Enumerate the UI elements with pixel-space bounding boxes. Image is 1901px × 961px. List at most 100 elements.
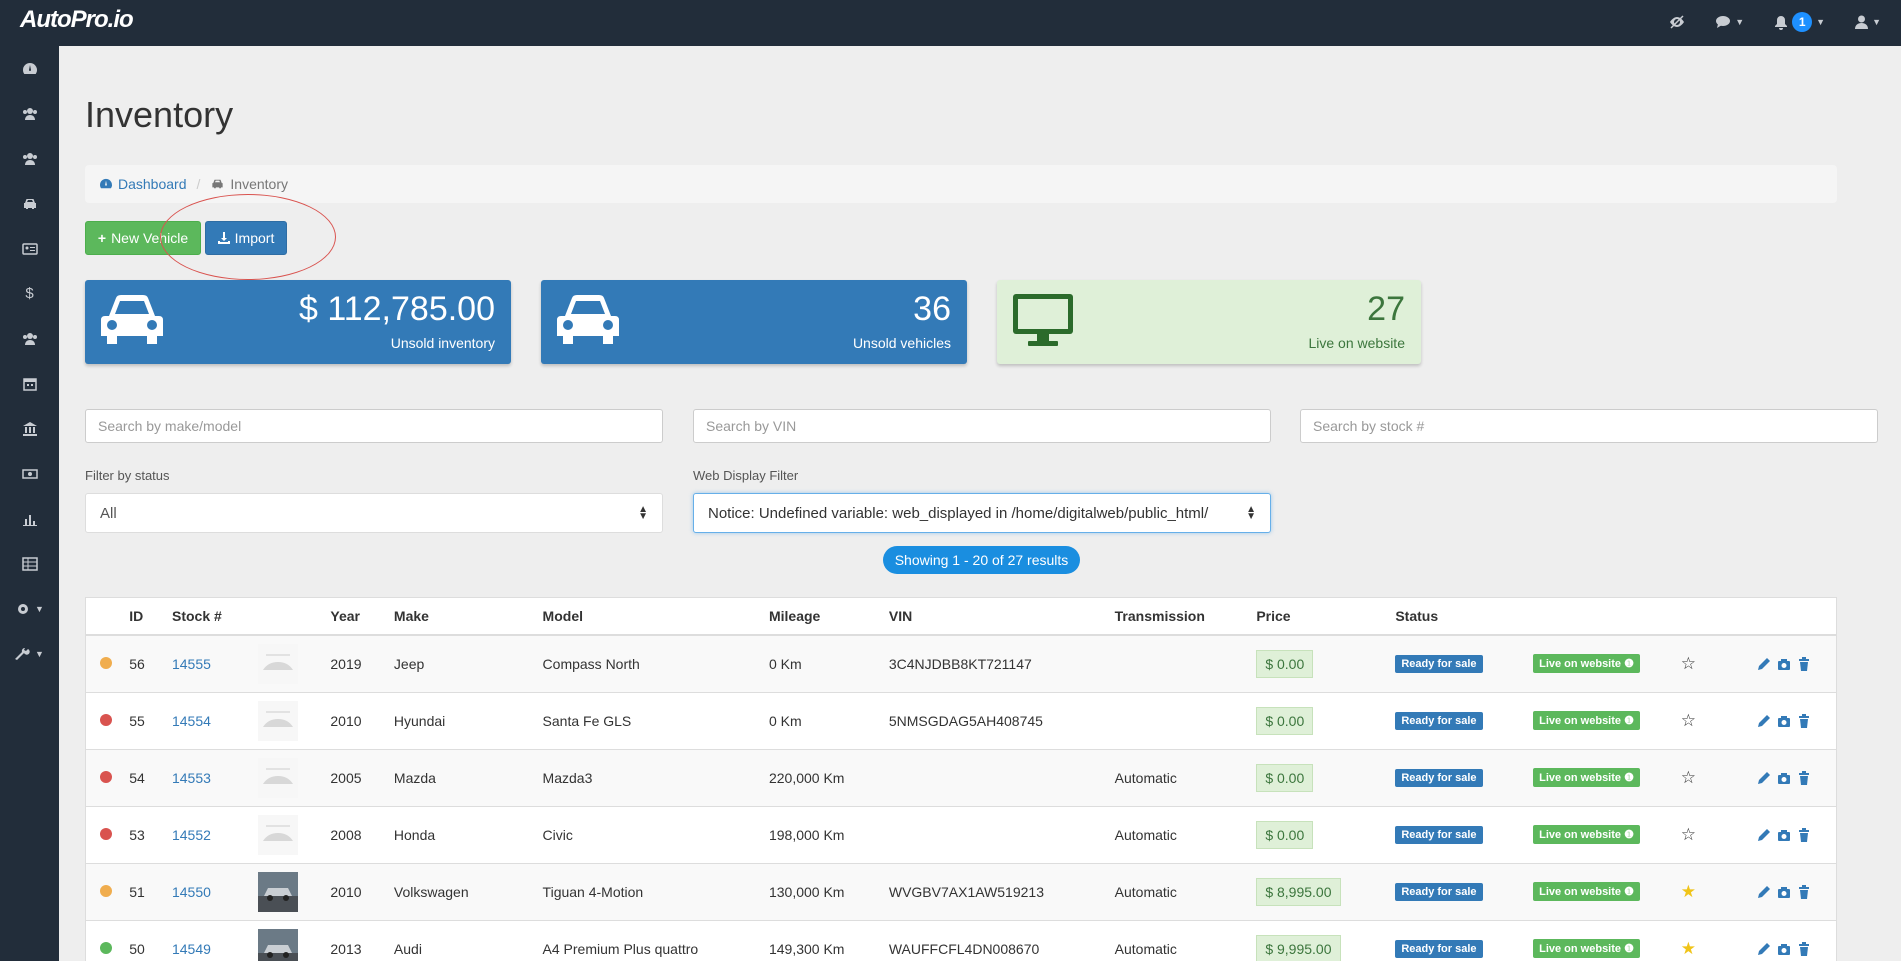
live-on-website-badge[interactable]: Live on website ❶ <box>1533 654 1640 674</box>
featured-star-icon[interactable]: ☆ <box>1681 654 1696 673</box>
no-photo-placeholder[interactable] <box>257 757 298 798</box>
header-status[interactable]: Status <box>1395 598 1534 636</box>
camera-icon[interactable] <box>1777 885 1791 899</box>
sidebar-item-customers[interactable] <box>0 91 59 136</box>
cell-id: 53 <box>129 805 172 863</box>
table-row: 55 14554 2010 Hyundai Santa Fe GLS 0 Km 5NMSGD… <box>86 691 1836 749</box>
status-badge[interactable]: Ready for sale <box>1395 769 1483 787</box>
sidebar-item-leads[interactable] <box>0 136 59 181</box>
edit-pencil-icon[interactable] <box>1757 657 1771 671</box>
status-badge[interactable]: Ready for sale <box>1395 655 1483 674</box>
user-menu-dropdown[interactable]: ▼ <box>1855 15 1881 29</box>
vehicle-photo[interactable] <box>257 871 298 912</box>
sidebar-item-calendar[interactable] <box>0 361 59 406</box>
sidebar-item-tools[interactable]: ▼ <box>0 631 59 676</box>
trash-icon[interactable] <box>1797 941 1811 956</box>
featured-star-icon[interactable]: ☆ <box>1681 825 1696 844</box>
stock-link[interactable]: 14552 <box>172 827 211 843</box>
featured-star-icon[interactable]: ★ <box>1681 882 1696 901</box>
cell-mileage: 198,000 Km <box>768 805 889 863</box>
status-badge[interactable]: Ready for sale <box>1395 883 1483 901</box>
header-price[interactable]: Price <box>1256 598 1396 636</box>
live-on-website-badge[interactable]: Live on website ❶ <box>1533 768 1640 787</box>
stock-link[interactable]: 14550 <box>172 884 211 900</box>
cell-transmission: Automatic <box>1114 748 1257 806</box>
header-id[interactable]: ID <box>129 598 172 636</box>
cell-id: 54 <box>129 748 172 806</box>
sidebar-item-reports[interactable] <box>0 496 59 541</box>
web-display-filter-select[interactable]: Notice: Undefined variable: web_displaye… <box>693 493 1271 533</box>
live-on-website-badge[interactable]: Live on website ❶ <box>1533 939 1640 959</box>
notifications-dropdown[interactable]: 1 ▼ <box>1774 12 1825 32</box>
featured-star-icon[interactable]: ☆ <box>1681 711 1696 730</box>
trash-icon[interactable] <box>1797 770 1811 785</box>
search-vin-input[interactable] <box>693 409 1271 443</box>
breadcrumb-dashboard-link[interactable]: Dashboard <box>99 176 187 192</box>
no-photo-placeholder[interactable] <box>257 814 298 855</box>
edit-pencil-icon[interactable] <box>1757 885 1771 899</box>
table-row: 54 14553 2005 Mazda Mazda3 220,000 Km Automati… <box>86 748 1836 806</box>
no-photo-placeholder[interactable] <box>257 643 298 684</box>
stock-link[interactable]: 14549 <box>172 941 211 957</box>
featured-star-icon[interactable]: ★ <box>1681 939 1696 958</box>
cell-model: Civic <box>542 805 769 863</box>
live-on-website-badge[interactable]: Live on website ❶ <box>1533 882 1640 901</box>
trash-icon[interactable] <box>1797 827 1811 842</box>
sidebar-item-dashboard[interactable] <box>0 46 59 91</box>
camera-icon[interactable] <box>1777 828 1791 842</box>
sidebar-item-tables[interactable] <box>0 541 59 586</box>
search-stock-input[interactable] <box>1300 409 1878 443</box>
no-photo-placeholder[interactable] <box>257 700 298 741</box>
header-transmission[interactable]: Transmission <box>1114 598 1257 636</box>
live-on-website-badge[interactable]: Live on website ❶ <box>1533 825 1640 844</box>
sidebar-item-payments[interactable] <box>0 451 59 496</box>
trash-icon[interactable] <box>1797 713 1811 728</box>
select-arrows-icon: ▲ ▼ <box>1246 504 1256 522</box>
trash-icon[interactable] <box>1797 656 1811 671</box>
header-year[interactable]: Year <box>330 598 394 636</box>
sidebar-item-bank[interactable] <box>0 406 59 451</box>
sidebar-item-settings[interactable]: ▼ <box>0 586 59 631</box>
status-badge[interactable]: Ready for sale <box>1395 940 1483 959</box>
trash-icon[interactable] <box>1797 884 1811 899</box>
featured-star-icon[interactable]: ☆ <box>1681 768 1696 787</box>
results-count-badge: Showing 1 - 20 of 27 results <box>883 546 1080 574</box>
status-badge[interactable]: Ready for sale <box>1395 826 1483 844</box>
edit-pencil-icon[interactable] <box>1757 714 1771 728</box>
header-vin[interactable]: VIN <box>888 598 1115 636</box>
header-cell <box>86 598 130 636</box>
header-thumb <box>257 598 331 636</box>
stock-link[interactable]: 14554 <box>172 713 211 729</box>
header-model[interactable]: Model <box>542 598 769 636</box>
sidebar-item-staff[interactable] <box>0 316 59 361</box>
stock-link[interactable]: 14553 <box>172 770 211 786</box>
search-make-model-input[interactable] <box>85 409 663 443</box>
cell-id: 50 <box>129 919 172 961</box>
live-on-website-badge[interactable]: Live on website ❶ <box>1533 711 1640 730</box>
stock-link[interactable]: 14555 <box>172 656 211 672</box>
camera-icon[interactable] <box>1777 657 1791 671</box>
sidebar-item-contacts[interactable] <box>0 226 59 271</box>
vehicle-photo[interactable] <box>257 928 298 961</box>
header-stock[interactable]: Stock # <box>171 598 258 636</box>
chevron-down-icon: ▼ <box>35 603 44 614</box>
edit-pencil-icon[interactable] <box>1757 942 1771 956</box>
edit-pencil-icon[interactable] <box>1757 828 1771 842</box>
stat-live-on-website: 27 Live on website <box>997 280 1421 364</box>
sidebar-item-inventory[interactable] <box>0 181 59 226</box>
stat-unsold-inventory: $ 112,785.00 Unsold inventory <box>85 280 511 364</box>
camera-icon[interactable] <box>1777 942 1791 956</box>
header-make[interactable]: Make <box>393 598 543 636</box>
sidebar-item-finance[interactable]: $ <box>0 271 59 316</box>
cell-vin <box>888 748 1115 806</box>
status-filter-select[interactable]: All ▲ ▼ <box>85 493 663 533</box>
edit-pencil-icon[interactable] <box>1757 771 1771 785</box>
price-badge: $ 0.00 <box>1256 706 1314 735</box>
brand-logo[interactable]: AutoPro.io <box>20 6 134 34</box>
visibility-toggle[interactable] <box>1669 15 1685 29</box>
camera-icon[interactable] <box>1777 771 1791 785</box>
header-mileage[interactable]: Mileage <box>768 598 889 636</box>
camera-icon[interactable] <box>1777 714 1791 728</box>
status-badge[interactable]: Ready for sale <box>1395 712 1483 730</box>
messages-dropdown[interactable]: ▼ <box>1715 15 1744 29</box>
